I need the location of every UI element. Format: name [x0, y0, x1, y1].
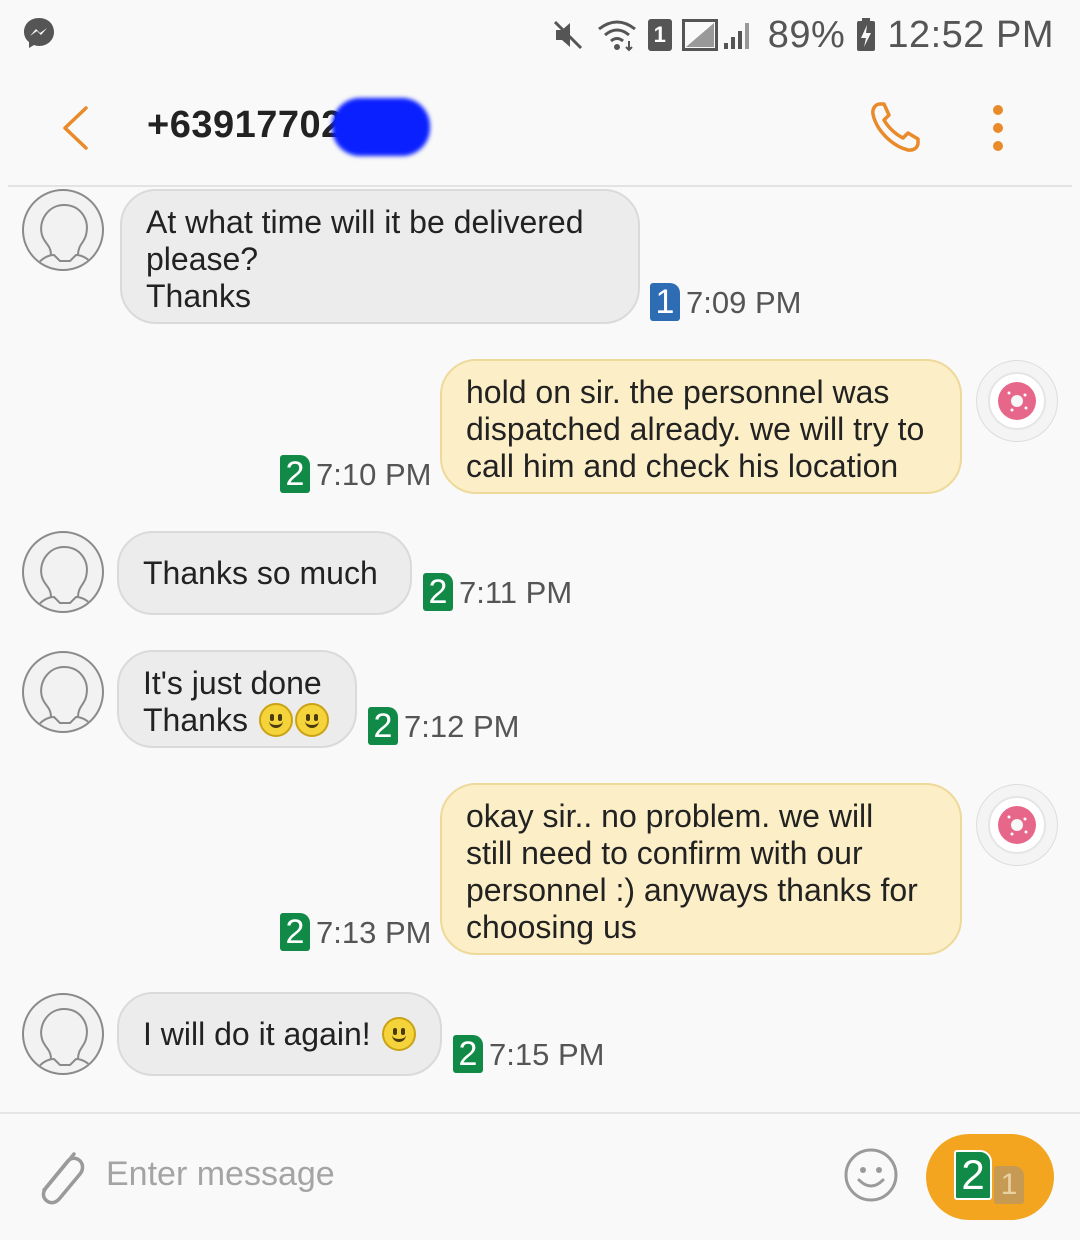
message-text: please?	[146, 241, 259, 277]
message-text: hold on sir. the personnel was	[466, 374, 890, 410]
contact-avatar[interactable]	[22, 531, 104, 613]
smiley-emoji-icon	[381, 1017, 416, 1051]
phone-icon	[871, 102, 920, 152]
message-time: 7:13 PM	[316, 915, 432, 950]
sim-indicator: 1	[650, 283, 680, 321]
message-time: 7:11 PM	[459, 575, 573, 610]
message-incoming: It's just done Thanks 2 7:12 PM	[0, 649, 1080, 749]
sim-indicator-secondary: 1	[994, 1166, 1024, 1204]
message-text: Thanks so much	[143, 555, 378, 591]
message-meta: 2 7:12 PM	[368, 707, 519, 745]
send-button[interactable]: 1 2	[926, 1134, 1054, 1220]
message-text: call him and check his location	[466, 448, 899, 484]
clock: 12:52 PM	[887, 13, 1054, 56]
donut-icon	[988, 372, 1046, 430]
message-time: 7:10 PM	[316, 457, 432, 492]
emoji-button[interactable]	[843, 1147, 899, 1203]
battery-percent: 89%	[767, 13, 846, 56]
message-text: okay sir.. no problem. we will	[466, 798, 874, 834]
message-text: I will do it again!	[143, 1016, 371, 1052]
message-bubble[interactable]: okay sir.. no problem. we will still nee…	[440, 783, 962, 955]
smiley-emoji-icon	[258, 703, 293, 737]
message-text: Thanks	[143, 702, 248, 738]
message-meta: 2 7:13 PM	[280, 913, 431, 951]
message-list[interactable]: At what time will it be delivered please…	[0, 187, 1080, 1112]
dot	[993, 123, 1003, 133]
message-meta: 2 7:10 PM	[280, 455, 431, 493]
donut-icon	[988, 796, 1046, 854]
message-text: At what time will it be delivered	[146, 204, 584, 240]
dot	[993, 105, 1003, 115]
person-icon	[35, 1007, 95, 1072]
sim-indicator: 2	[368, 707, 398, 745]
my-avatar[interactable]	[976, 360, 1058, 442]
battery-charging-icon	[855, 17, 877, 53]
message-incoming: I will do it again! 2 7:15 PM	[0, 991, 1080, 1081]
message-bubble[interactable]: hold on sir. the personnel was dispatche…	[440, 359, 962, 494]
sim-indicator: 2	[280, 913, 310, 951]
person-icon	[35, 665, 95, 730]
status-icons: 1 89% 12:52 PM	[550, 10, 1054, 60]
back-button[interactable]	[50, 98, 100, 158]
more-options-button[interactable]	[982, 98, 1014, 158]
contact-phone-number: +63917702	[147, 104, 343, 146]
sim-indicator: 2	[453, 1035, 483, 1073]
signal-icon	[681, 17, 758, 53]
smiley-emoji-icon	[294, 703, 329, 737]
message-time: 7:12 PM	[404, 709, 520, 744]
mute-icon	[550, 17, 586, 53]
attach-button[interactable]	[30, 1144, 86, 1206]
message-outgoing: 2 7:13 PM okay sir.. no problem. we will…	[0, 783, 1080, 958]
sim-indicator: 2	[423, 573, 453, 611]
message-meta: 2 7:11 PM	[423, 573, 572, 611]
message-text: dispatched already. we will try to	[466, 411, 925, 447]
status-bar: 1 89% 12:52 PM	[0, 0, 1080, 70]
paperclip-icon	[41, 1152, 85, 1205]
call-button[interactable]	[866, 98, 926, 158]
smiley-icon	[844, 1148, 898, 1202]
message-text: choosing us	[466, 909, 637, 945]
message-time: 7:09 PM	[686, 285, 802, 320]
message-bubble[interactable]: Thanks so much	[117, 531, 412, 615]
messenger-icon	[22, 16, 56, 50]
messaging-screen: 1 89% 12:52 PM +63917702 At what time wi…	[0, 0, 1080, 1240]
message-bubble[interactable]: It's just done Thanks	[117, 650, 357, 748]
message-incoming: At what time will it be delivered please…	[0, 187, 1080, 327]
sim-slot-badge: 1	[647, 19, 672, 51]
message-composer: 1 2	[0, 1114, 1080, 1240]
conversation-header: +63917702	[0, 70, 1080, 185]
message-incoming: Thanks so much 2 7:11 PM	[0, 529, 1080, 619]
sim-indicator: 2	[280, 455, 310, 493]
person-icon	[35, 203, 95, 268]
message-meta: 1 7:09 PM	[650, 283, 801, 321]
contact-avatar[interactable]	[22, 189, 104, 271]
redaction-mark	[332, 98, 430, 156]
message-text: still need to confirm with our	[466, 835, 863, 871]
message-text: personnel :) anyways thanks for	[466, 872, 918, 908]
message-line: I will do it again!	[143, 1016, 416, 1053]
message-text: Thanks	[146, 278, 251, 314]
contact-avatar[interactable]	[22, 993, 104, 1075]
message-time: 7:15 PM	[489, 1037, 605, 1072]
wifi-icon	[596, 17, 638, 53]
dot	[993, 141, 1003, 151]
message-meta: 2 7:15 PM	[453, 1035, 604, 1073]
message-text: It's just done	[143, 665, 322, 701]
message-outgoing: 2 7:10 PM hold on sir. the personnel was…	[0, 359, 1080, 499]
message-bubble[interactable]: At what time will it be delivered please…	[120, 189, 640, 324]
my-avatar[interactable]	[976, 784, 1058, 866]
sim-indicator-primary: 2	[954, 1150, 992, 1200]
contact-avatar[interactable]	[22, 651, 104, 733]
person-icon	[35, 545, 95, 610]
message-line: Thanks	[143, 702, 331, 739]
chevron-left-icon	[63, 106, 88, 150]
message-input[interactable]	[106, 1148, 806, 1200]
message-bubble[interactable]: I will do it again!	[117, 992, 442, 1076]
